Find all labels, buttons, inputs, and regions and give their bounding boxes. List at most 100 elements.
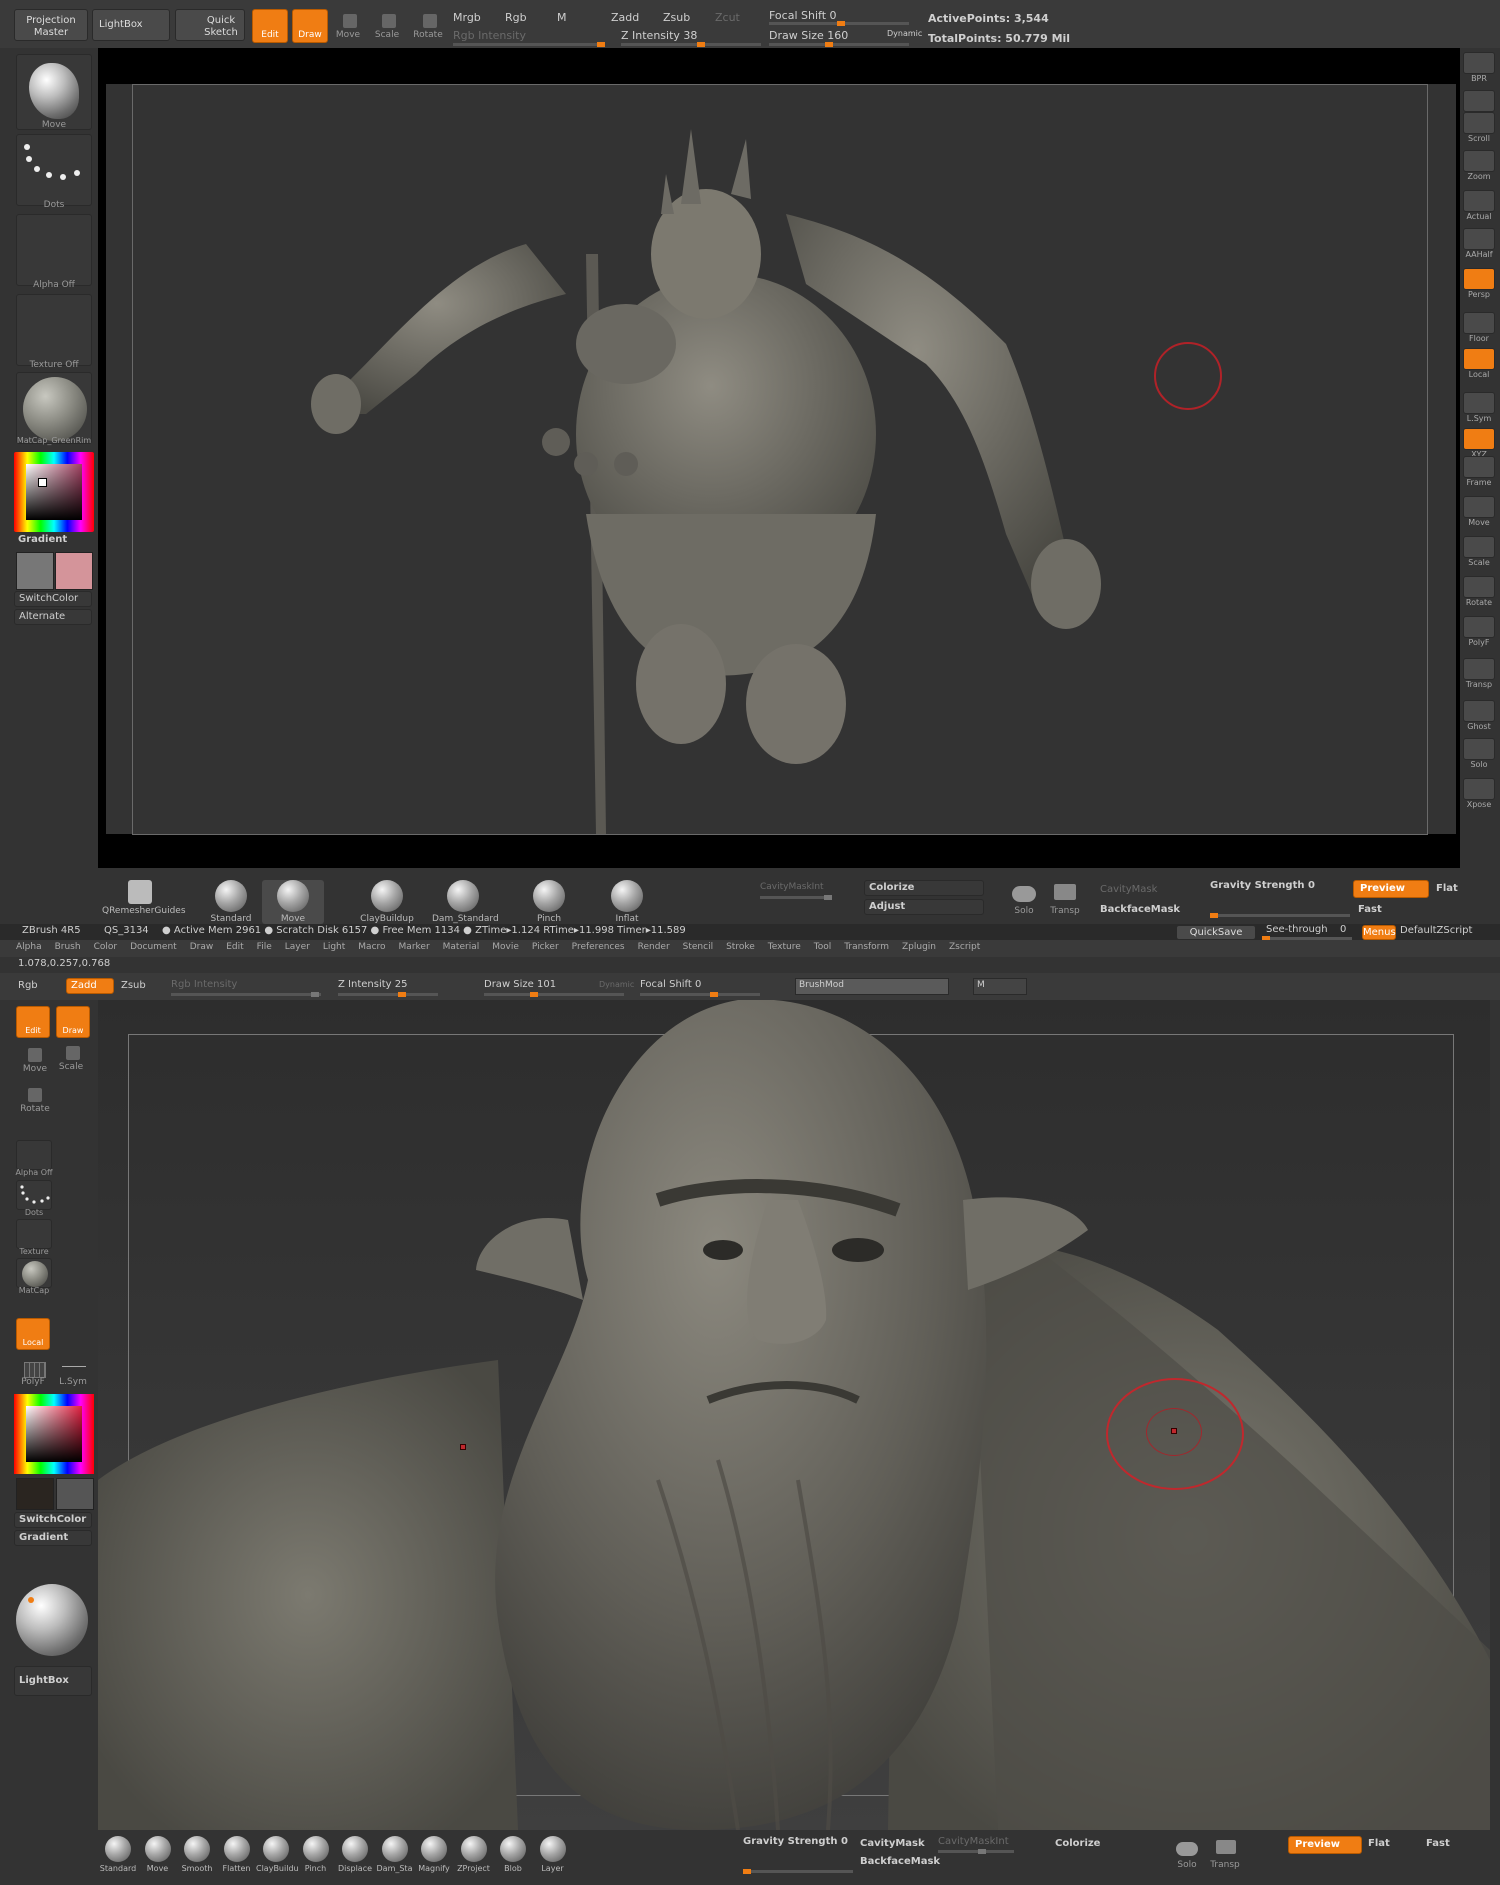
fast-button[interactable]: Fast (1358, 904, 1382, 915)
draw-button[interactable]: Draw (292, 9, 328, 43)
brush-pinch[interactable]: Pinch (518, 880, 580, 924)
secondary-color-swatch[interactable] (55, 552, 93, 590)
right-shelf-ghost-button[interactable]: Ghost (1462, 700, 1496, 731)
transp-icon[interactable] (1216, 1840, 1236, 1854)
alpha-thumbnail[interactable] (16, 1140, 52, 1170)
menu-color[interactable]: Color (94, 942, 118, 952)
quicksave-button[interactable]: QuickSave (1176, 925, 1256, 940)
backface-mask-toggle[interactable]: BackfaceMask (860, 1856, 940, 1867)
menu-light[interactable]: Light (323, 942, 345, 952)
solo-icon[interactable] (1012, 886, 1036, 902)
m-field[interactable]: M (973, 978, 1027, 995)
menu-file[interactable]: File (257, 942, 272, 952)
lightbox-button[interactable]: LightBox (14, 1666, 92, 1696)
backface-mask-toggle[interactable]: BackfaceMask (1100, 904, 1180, 915)
draw-size-slider[interactable] (769, 42, 909, 47)
matcap-thumbnail[interactable] (16, 1258, 52, 1288)
menu-stencil[interactable]: Stencil (683, 942, 713, 952)
bottom-canvas[interactable] (98, 1000, 1490, 1830)
transp-icon[interactable] (1054, 884, 1076, 900)
flat-button[interactable]: Flat (1436, 883, 1458, 894)
alpha-thumbnail[interactable] (16, 214, 92, 286)
color-picker[interactable] (14, 1394, 94, 1474)
brush-move[interactable]: Move (138, 1836, 178, 1873)
menu-movie[interactable]: Movie (492, 942, 519, 952)
preview-button[interactable]: Preview (1288, 1836, 1362, 1854)
right-shelf-xyz-button[interactable]: XYZ (1462, 428, 1496, 459)
zadd-toggle[interactable]: Zadd (611, 11, 639, 24)
dynamic-toggle[interactable]: Dynamic (599, 980, 634, 989)
rgb-intensity-slider[interactable] (171, 992, 321, 997)
right-shelf-xpose-button[interactable]: Xpose (1462, 778, 1496, 809)
zadd-button[interactable]: Zadd (66, 978, 114, 994)
right-shelf-persp-button[interactable]: Persp (1462, 268, 1496, 299)
brush-flatten[interactable]: Flatten (217, 1836, 257, 1873)
menu-draw[interactable]: Draw (190, 942, 214, 952)
menu-alpha[interactable]: Alpha (16, 942, 42, 952)
right-shelf-aahalf-button[interactable]: AAHalf (1462, 228, 1496, 259)
colorize-button[interactable]: Colorize (1055, 1838, 1100, 1849)
switchcolor-button[interactable]: SwitchColor (14, 591, 92, 607)
zcut-toggle[interactable]: Zcut (715, 11, 740, 24)
top-viewport[interactable] (106, 84, 1456, 835)
menu-tool[interactable]: Tool (814, 942, 831, 952)
menu-edit[interactable]: Edit (226, 942, 243, 952)
edit-button[interactable]: Edit (252, 9, 288, 43)
menu-stroke[interactable]: Stroke (726, 942, 755, 952)
menu-material[interactable]: Material (443, 942, 480, 952)
gradient-button[interactable]: Gradient (14, 1530, 92, 1546)
z-intensity-slider[interactable] (621, 42, 761, 47)
material-sphere-preview[interactable] (16, 1584, 88, 1656)
zsub-toggle[interactable]: Zsub (121, 980, 146, 991)
right-shelf-polyf-button[interactable]: PolyF (1462, 616, 1496, 647)
brush-claybuildu[interactable]: ClayBuildu (256, 1836, 299, 1873)
right-shelf-zoom-button[interactable]: Zoom (1462, 150, 1496, 181)
right-shelf-solo-button[interactable]: Solo (1462, 738, 1496, 769)
mrgb-toggle[interactable]: Mrgb (453, 11, 481, 24)
current-tool-thumbnail[interactable] (16, 54, 92, 130)
brush-move[interactable]: Move (262, 880, 324, 924)
brush-inflat[interactable]: Inflat (596, 880, 658, 924)
lightbox-button[interactable]: LightBox (92, 9, 170, 41)
menu-marker[interactable]: Marker (399, 942, 430, 952)
menu-brush[interactable]: Brush (55, 942, 81, 952)
right-shelf-bpr-button[interactable]: BPR (1462, 52, 1496, 83)
polyf-button[interactable]: PolyF (18, 1377, 48, 1387)
right-shelf-scroll-button[interactable]: Scroll (1462, 112, 1496, 143)
right-shelf-move-button[interactable]: Move (1462, 496, 1496, 527)
right-shelf-local-button[interactable]: Local (1462, 348, 1496, 379)
edit-button[interactable]: Edit (16, 1006, 50, 1038)
z-intensity-slider[interactable] (338, 992, 438, 997)
flat-button[interactable]: Flat (1368, 1838, 1390, 1849)
focal-shift-slider[interactable] (640, 992, 760, 997)
local-button[interactable]: Local (16, 1318, 50, 1350)
menu-preferences[interactable]: Preferences (572, 942, 625, 952)
menu-document[interactable]: Document (130, 942, 177, 952)
focal-shift-slider[interactable] (769, 21, 909, 26)
cavity-mask-int-slider[interactable] (938, 1849, 1014, 1854)
right-shelf-floor-button[interactable]: Floor (1462, 312, 1496, 343)
stroke-dots-thumbnail[interactable] (16, 134, 92, 206)
brush-dam-standard[interactable]: Dam_Standard (432, 880, 499, 924)
preview-button[interactable]: Preview (1353, 880, 1429, 898)
brush-qremesherguides[interactable]: QRemesherGuides (102, 880, 186, 916)
brush-standard[interactable]: Standard (98, 1836, 138, 1873)
gradient-label[interactable]: Gradient (18, 534, 67, 545)
menus-button[interactable]: Menus (1362, 925, 1396, 940)
rgb-toggle[interactable]: Rgb (18, 980, 38, 991)
default-zscript[interactable]: DefaultZScript (1400, 925, 1472, 936)
draw-button[interactable]: Draw (56, 1006, 90, 1038)
gravity-strength-slider[interactable] (1210, 913, 1350, 918)
scale-button[interactable]: Scale (372, 30, 402, 40)
brush-pinch[interactable]: Pinch (296, 1836, 336, 1873)
fast-button[interactable]: Fast (1426, 1838, 1450, 1849)
right-shelf-actual-button[interactable]: Actual (1462, 190, 1496, 221)
adjust-button[interactable]: Adjust (864, 899, 984, 915)
top-canvas[interactable] (98, 48, 1460, 868)
main-color-swatch[interactable] (16, 552, 54, 590)
stroke-dots-thumbnail[interactable] (16, 1180, 52, 1210)
rgb-intensity-slider[interactable] (453, 42, 605, 47)
menu-render[interactable]: Render (638, 942, 670, 952)
move-button[interactable]: Move (20, 1064, 50, 1074)
lsym-button[interactable]: L.Sym (58, 1377, 88, 1387)
